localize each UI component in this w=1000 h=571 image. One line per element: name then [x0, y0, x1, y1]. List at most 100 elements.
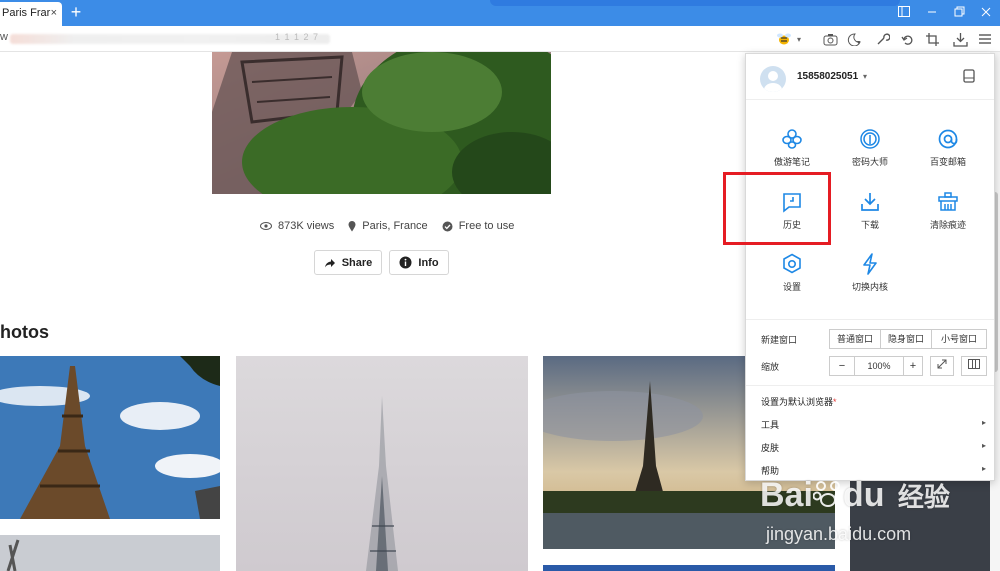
restore-icon[interactable]: [950, 4, 968, 22]
username-caret-icon: ▾: [862, 72, 867, 81]
fingerprint-icon: [858, 127, 882, 151]
tools-item[interactable]: 工具 ▸: [761, 418, 991, 431]
info-button[interactable]: Info: [389, 250, 449, 275]
zoom-in-button[interactable]: +: [903, 356, 923, 376]
tools-label: 工具: [761, 420, 780, 430]
default-browser-item[interactable]: 设置为默认浏览器*: [761, 395, 837, 408]
zoom-value: 100%: [854, 356, 904, 376]
minimize-icon[interactable]: [923, 4, 941, 22]
section-heading: hotos: [0, 322, 49, 342]
night-mode-icon[interactable]: ▾: [845, 30, 863, 48]
photo-card[interactable]: [850, 480, 990, 571]
zoom-label: 缩放: [761, 362, 780, 372]
info-icon: [399, 256, 412, 269]
crop-icon[interactable]: [923, 30, 941, 48]
share-button[interactable]: Share: [314, 250, 382, 275]
share-label: Share: [341, 256, 373, 269]
url-tail: 1 1 1 2 7: [275, 32, 320, 42]
help-label: 帮助: [761, 466, 780, 476]
tools-icon[interactable]: [873, 30, 891, 48]
download-icon: [858, 190, 882, 214]
photo-card[interactable]: [0, 356, 220, 519]
share-arrow-icon: [324, 258, 335, 267]
split-view-button[interactable]: [961, 356, 987, 376]
username-text: 15858025051: [797, 71, 859, 82]
settings-label: 设置: [782, 282, 801, 292]
menu-divider: [746, 319, 994, 320]
settings-icon: [780, 252, 804, 276]
eye-icon: [260, 222, 272, 230]
clean-icon: [936, 190, 960, 214]
engine-switch-icon: [858, 252, 882, 276]
clean-label: 清除痕迹: [929, 220, 966, 230]
title-bar-shade: [490, 0, 900, 6]
tab-paris[interactable]: Paris Frar ×: [0, 2, 62, 26]
default-browser-label: 设置为默认浏览器: [761, 397, 834, 407]
notes-label: 傲游笔记: [773, 157, 810, 167]
location-text[interactable]: Paris, France: [362, 220, 427, 232]
notes-icon: [780, 127, 804, 151]
photo-card[interactable]: [0, 535, 220, 571]
chevron-right-icon: ▸: [981, 418, 986, 427]
url-text[interactable]: w: [0, 31, 8, 43]
chevron-down-icon[interactable]: ▾: [793, 30, 805, 48]
skin-label: 皮肤: [761, 443, 780, 453]
license-stat: Free to use: [442, 220, 515, 232]
avatar[interactable]: [760, 66, 786, 92]
expand-icon: [937, 359, 947, 369]
menu-email-button[interactable]: 百变邮箱: [909, 127, 987, 177]
hero-photo-eiffel: [212, 52, 551, 194]
chevron-right-icon: ▸: [981, 464, 986, 473]
new-tab-button[interactable]: +: [66, 1, 86, 23]
tab-close-button[interactable]: ×: [51, 2, 57, 24]
email-label: 百变邮箱: [929, 157, 966, 167]
check-circle-icon: [442, 221, 453, 231]
info-label: Info: [418, 256, 439, 269]
undo-close-icon[interactable]: [898, 30, 916, 48]
browser-main-menu: 15858025051 ▾ 傲游笔记 密码大师 百变邮箱 历史 下载 清除痕迹 …: [745, 53, 995, 481]
account-header: 15858025051 ▾: [746, 54, 994, 100]
license-text[interactable]: Free to use: [459, 220, 515, 232]
default-browser-mark: *: [833, 397, 837, 407]
photo-card[interactable]: [543, 565, 835, 571]
normal-window-button[interactable]: 普通窗口: [829, 329, 881, 349]
zoom-out-button[interactable]: −: [829, 356, 855, 376]
menu-hamburger-icon[interactable]: [976, 30, 994, 48]
email-icon: [936, 127, 960, 151]
title-bar: Paris Frar × +: [0, 0, 1000, 26]
download-label: 下载: [860, 220, 879, 230]
sidebar-toggle-icon[interactable]: [895, 4, 913, 22]
incognito-window-button[interactable]: 隐身窗口: [880, 329, 932, 349]
engine-label: 切换内核: [851, 282, 888, 292]
account-username[interactable]: 15858025051 ▾: [797, 71, 867, 82]
photo-card[interactable]: [236, 356, 528, 571]
location-stat: Paris, France: [348, 220, 428, 232]
photo-meta: 873K views Paris, France Free to use: [260, 220, 514, 232]
tab-title: Paris Frar: [2, 7, 51, 19]
new-window-label: 新建窗口: [761, 335, 798, 345]
location-pin-icon: [348, 220, 356, 231]
alt-account-window-button[interactable]: 小号窗口: [931, 329, 987, 349]
mobile-sync-icon[interactable]: [963, 69, 975, 88]
menu-divider: [746, 385, 994, 386]
screenshot-icon[interactable]: [821, 30, 839, 48]
columns-icon: [968, 359, 980, 369]
skin-item[interactable]: 皮肤 ▸: [761, 441, 991, 454]
menu-engine-button[interactable]: 切换内核: [831, 252, 909, 302]
chevron-right-icon: ▸: [981, 441, 986, 450]
menu-clean-button[interactable]: 清除痕迹: [909, 190, 987, 240]
address-bar[interactable]: w 1 1 1 2 7 ▾ ▾: [0, 26, 1000, 52]
svg-text:▾: ▾: [857, 40, 860, 46]
password-label: 密码大师: [851, 157, 888, 167]
bee-extension-icon[interactable]: [775, 30, 793, 48]
annotation-highlight-box: [723, 172, 831, 245]
menu-password-button[interactable]: 密码大师: [831, 127, 909, 177]
menu-download-button[interactable]: 下载: [831, 190, 909, 240]
menu-notes-button[interactable]: 傲游笔记: [753, 127, 831, 177]
help-item[interactable]: 帮助 ▸: [761, 464, 991, 477]
fullscreen-button[interactable]: [930, 356, 954, 376]
close-window-icon[interactable]: [977, 4, 995, 22]
views-count: 873K views: [278, 220, 335, 232]
download-toolbar-icon[interactable]: [951, 30, 969, 48]
menu-settings-button[interactable]: 设置: [753, 252, 831, 302]
